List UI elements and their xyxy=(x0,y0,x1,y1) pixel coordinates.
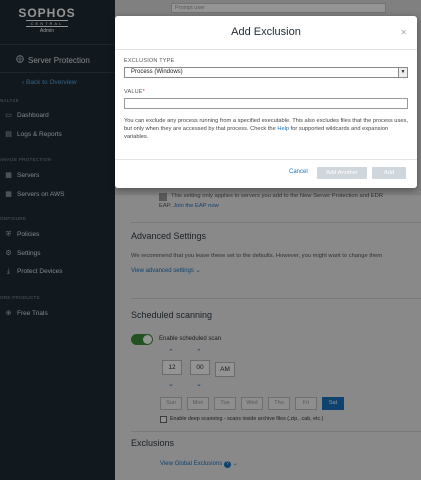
dialog-header-divider xyxy=(115,49,417,50)
dialog-title: Add Exclusion xyxy=(231,26,301,38)
value-label-text: VALUE xyxy=(124,89,143,95)
add-another-button[interactable]: Add Another xyxy=(317,167,367,179)
chevron-down-icon: ▼ xyxy=(398,68,407,77)
exclusion-type-select[interactable]: Process (Windows) ▼ xyxy=(124,67,408,78)
add-exclusion-dialog: Add Exclusion ✕ EXCLUSION TYPE Process (… xyxy=(115,16,417,188)
cancel-button[interactable]: Cancel xyxy=(289,169,308,175)
dialog-footer-divider xyxy=(115,159,417,160)
help-link[interactable]: Help xyxy=(277,126,289,132)
value-label: VALUE* xyxy=(124,89,145,95)
close-icon[interactable]: ✕ xyxy=(400,28,407,37)
required-marker: * xyxy=(142,89,145,95)
exclusion-type-value: Process (Windows) xyxy=(131,69,183,75)
value-input[interactable] xyxy=(124,98,408,109)
help-text: You can exclude any process running from… xyxy=(124,117,412,142)
add-button[interactable]: Add xyxy=(372,167,406,179)
exclusion-type-label: EXCLUSION TYPE xyxy=(124,58,175,64)
